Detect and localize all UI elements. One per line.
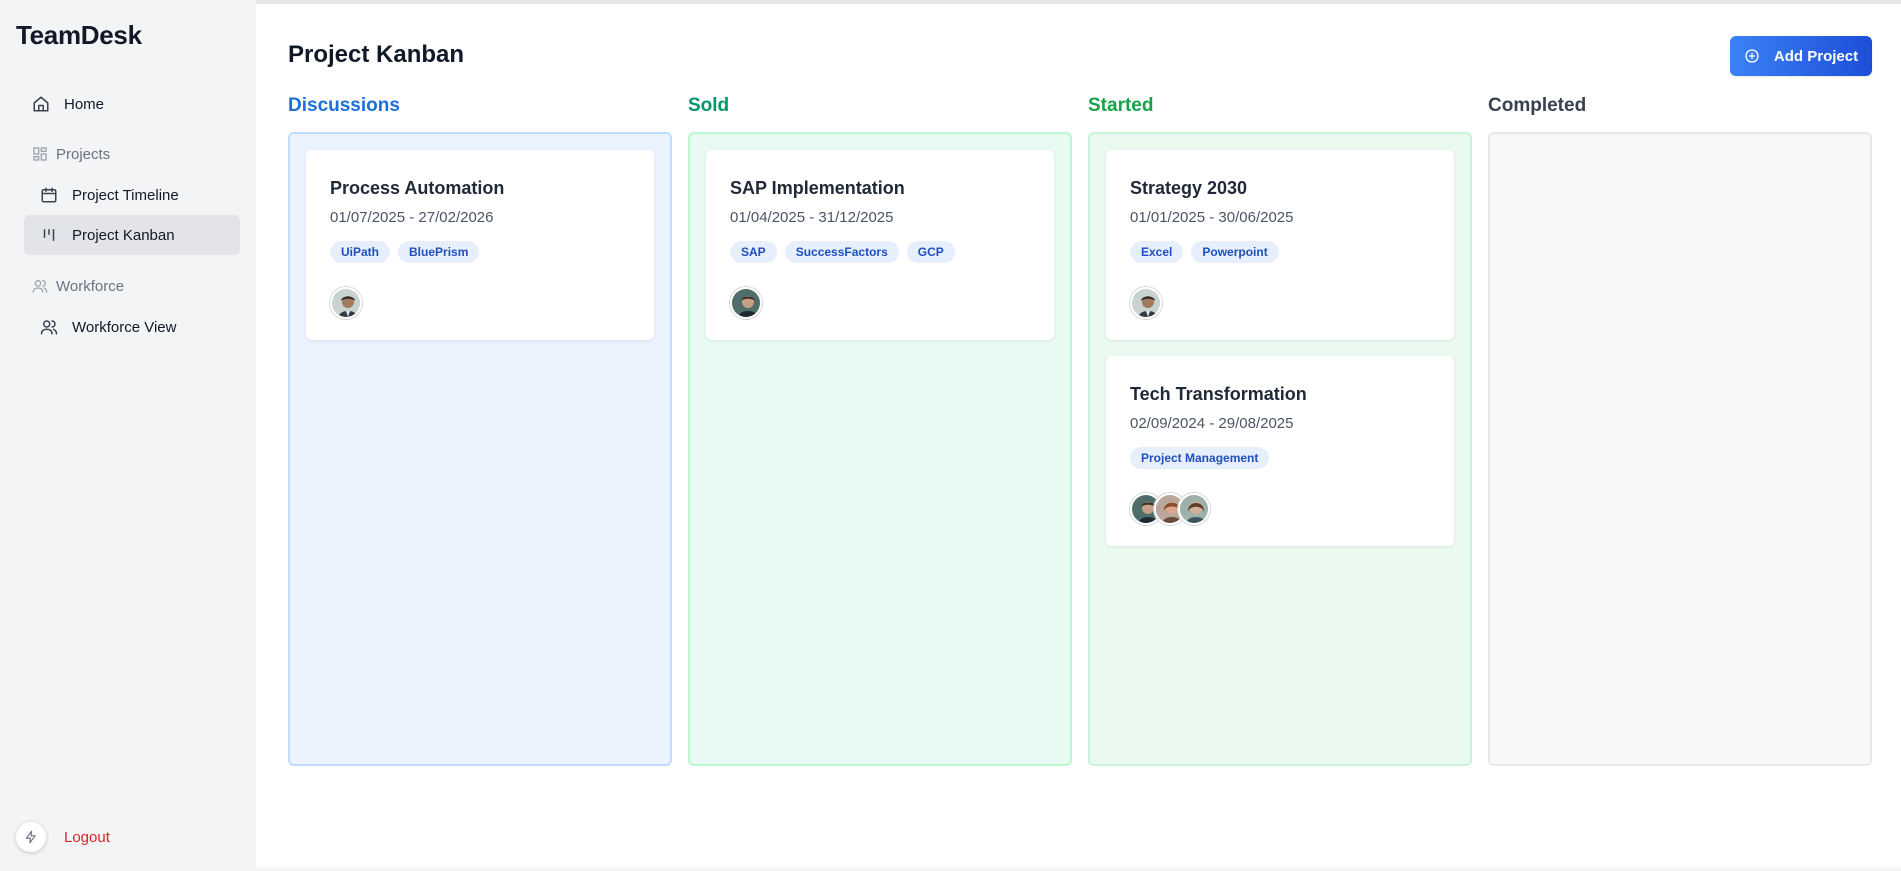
column-sold: Sold SAP Implementation 01/04/2025 - 31/… bbox=[688, 94, 1072, 766]
users-icon bbox=[32, 278, 48, 294]
sidebar-item-label: Project Kanban bbox=[72, 226, 175, 244]
app-brand: TeamDesk bbox=[16, 20, 142, 50]
skill-tag: BluePrism bbox=[398, 241, 480, 263]
avatar-group bbox=[730, 287, 1030, 319]
column-title: Completed bbox=[1488, 95, 1587, 116]
sidebar-item-project-kanban[interactable]: Project Kanban bbox=[24, 215, 240, 255]
add-project-label: Add Project bbox=[1773, 47, 1859, 65]
tag-list: Project Management bbox=[1130, 447, 1430, 469]
column-dropzone[interactable]: Strategy 2030 01/01/2025 - 30/06/2025 Ex… bbox=[1088, 132, 1472, 766]
avatar-group bbox=[1130, 493, 1430, 525]
column-dropzone[interactable]: SAP Implementation 01/04/2025 - 31/12/20… bbox=[688, 132, 1072, 766]
tag-list: SAP SuccessFactors GCP bbox=[730, 241, 1030, 263]
skill-tag: Powerpoint bbox=[1191, 241, 1279, 263]
logout-button[interactable]: Logout bbox=[16, 822, 110, 852]
sidebar-item-label: Workforce View bbox=[72, 318, 177, 336]
card-title: SAP Implementation bbox=[730, 178, 905, 198]
skill-tag: UiPath bbox=[330, 241, 391, 263]
bolt-icon bbox=[16, 822, 46, 852]
sidebar: TeamDesk Home Projects Project Timeline … bbox=[0, 0, 256, 871]
calendar-icon bbox=[40, 186, 58, 204]
top-border bbox=[0, 0, 1901, 4]
avatar-group bbox=[1130, 287, 1430, 319]
home-icon bbox=[32, 95, 50, 113]
sidebar-item-home[interactable]: Home bbox=[24, 84, 240, 124]
tag-list: UiPath BluePrism bbox=[330, 241, 630, 263]
card-dates: 01/07/2025 - 27/02/2026 bbox=[330, 209, 494, 226]
card-dates: 01/04/2025 - 31/12/2025 bbox=[730, 209, 894, 226]
column-dropzone[interactable]: Process Automation 01/07/2025 - 27/02/20… bbox=[288, 132, 672, 766]
sidebar-group-projects[interactable]: Projects bbox=[24, 142, 110, 166]
card-title: Tech Transformation bbox=[1130, 384, 1307, 404]
sidebar-group-label: Projects bbox=[56, 145, 111, 163]
bottom-shadow bbox=[256, 865, 1901, 871]
project-card[interactable]: Tech Transformation 02/09/2024 - 29/08/2… bbox=[1106, 356, 1454, 546]
sidebar-item-project-timeline[interactable]: Project Timeline bbox=[24, 175, 240, 215]
column-started: Started Strategy 2030 01/01/2025 - 30/06… bbox=[1088, 94, 1472, 766]
avatar[interactable] bbox=[1178, 493, 1210, 525]
sidebar-group-workforce[interactable]: Workforce bbox=[24, 274, 124, 298]
sidebar-item-label: Home bbox=[64, 95, 105, 113]
card-title: Strategy 2030 bbox=[1130, 178, 1248, 198]
plus-circle-icon bbox=[1744, 48, 1760, 64]
sidebar-item-workforce-view[interactable]: Workforce View bbox=[24, 307, 240, 347]
card-dates: 02/09/2024 - 29/08/2025 bbox=[1130, 415, 1294, 432]
project-card[interactable]: Process Automation 01/07/2025 - 27/02/20… bbox=[306, 150, 654, 340]
column-title: Discussions bbox=[288, 95, 400, 116]
project-card[interactable]: Strategy 2030 01/01/2025 - 30/06/2025 Ex… bbox=[1106, 150, 1454, 340]
column-dropzone[interactable] bbox=[1488, 132, 1872, 766]
grid-icon bbox=[32, 146, 48, 162]
avatar-group bbox=[330, 287, 630, 319]
skill-tag: SAP bbox=[730, 241, 777, 263]
column-completed: Completed bbox=[1488, 94, 1872, 766]
column-discussions: Discussions Process Automation 01/07/202… bbox=[288, 94, 672, 766]
add-project-button[interactable]: Add Project bbox=[1730, 36, 1872, 76]
column-title: Started bbox=[1088, 95, 1154, 116]
logout-label: Logout bbox=[64, 828, 110, 846]
card-title: Process Automation bbox=[330, 178, 505, 198]
skill-tag: Excel bbox=[1130, 241, 1184, 263]
avatar[interactable] bbox=[730, 287, 762, 319]
sidebar-item-label: Project Timeline bbox=[72, 186, 179, 204]
skill-tag: SuccessFactors bbox=[784, 241, 899, 263]
users-icon bbox=[40, 318, 58, 336]
tag-list: Excel Powerpoint bbox=[1130, 241, 1430, 263]
page-title: Project Kanban bbox=[288, 41, 465, 68]
project-card[interactable]: SAP Implementation 01/04/2025 - 31/12/20… bbox=[706, 150, 1054, 340]
kanban-icon bbox=[40, 226, 58, 244]
card-dates: 01/01/2025 - 30/06/2025 bbox=[1130, 209, 1294, 226]
sidebar-group-label: Workforce bbox=[56, 277, 125, 295]
avatar[interactable] bbox=[1130, 287, 1162, 319]
avatar[interactable] bbox=[330, 287, 362, 319]
skill-tag: GCP bbox=[906, 241, 955, 263]
skill-tag: Project Management bbox=[1130, 447, 1270, 469]
column-title: Sold bbox=[688, 95, 730, 116]
